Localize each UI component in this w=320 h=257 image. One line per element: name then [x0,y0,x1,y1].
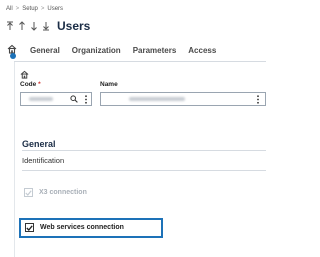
section-home-icon[interactable] [20,66,29,79]
subsection-divider [22,170,266,171]
code-label: Code * [20,81,41,88]
web-services-connection-checkbox[interactable] [25,223,34,232]
breadcrumb: All > Setup > Users [6,6,63,12]
jump-last-icon[interactable] [41,20,51,32]
x3-connection-checkbox [24,188,33,197]
tab-organization[interactable]: Organization [72,46,121,55]
code-field[interactable] [20,92,92,106]
panel-edge [14,62,15,257]
name-label: Name [100,81,118,88]
section-divider [22,150,266,151]
page-title: Users [57,19,91,33]
search-icon[interactable] [69,94,79,104]
name-field[interactable] [100,92,266,106]
web-services-connection-label: Web services connection [40,224,124,231]
code-value-redacted [29,97,53,101]
tab-parameters[interactable]: Parameters [133,46,177,55]
x3-connection-option: X3 connection [24,188,87,197]
breadcrumb-item-setup[interactable]: Setup [22,6,38,12]
section-title: General [22,139,56,149]
jump-first-icon[interactable] [5,20,15,32]
tabs-divider [14,61,266,62]
breadcrumb-item-users[interactable]: Users [47,6,63,12]
more-options-icon[interactable] [253,94,263,104]
tab-bar: General Organization Parameters Access [0,39,266,61]
breadcrumb-item-all[interactable]: All [6,6,13,12]
breadcrumb-separator: > [15,6,20,12]
web-services-connection-option[interactable]: Web services connection [25,223,124,232]
name-value-redacted [129,97,185,101]
tab-general[interactable]: General [30,46,60,55]
down-arrow-icon[interactable] [29,20,39,32]
subsection-title[interactable]: Identification [22,156,64,165]
tab-home[interactable] [0,39,24,61]
more-options-icon[interactable] [81,94,91,104]
up-arrow-icon[interactable] [17,20,27,32]
title-bar: Users [5,19,90,33]
active-tab-indicator [10,53,16,59]
x3-connection-label: X3 connection [39,189,87,196]
tab-access[interactable]: Access [188,46,216,55]
breadcrumb-separator: > [40,6,45,12]
